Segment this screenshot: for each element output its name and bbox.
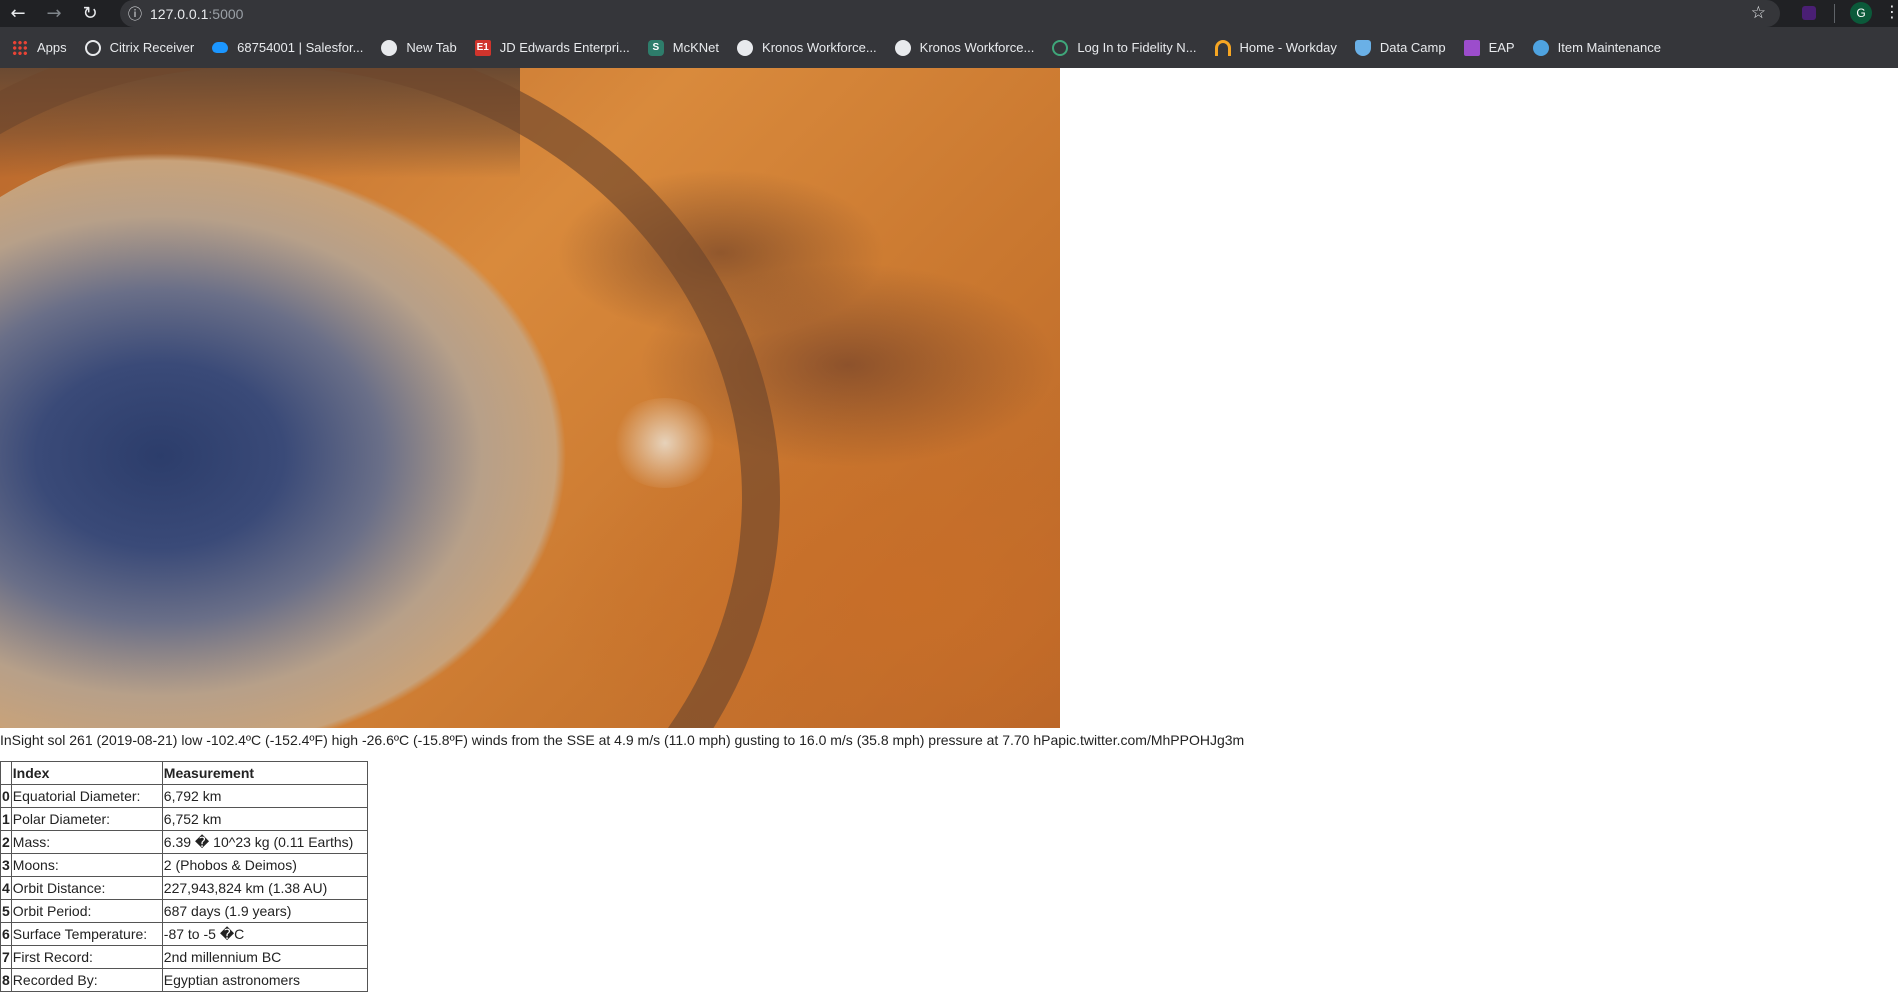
bookmark-data-camp[interactable]: Data Camp [1354, 27, 1446, 68]
table-row: 5 Orbit Period: 687 days (1.9 years) [0, 899, 368, 923]
table-row: 6 Surface Temperature: -87 to -5 �C [0, 922, 368, 946]
table-header-blank [0, 761, 12, 785]
bookmark-label: Data Camp [1379, 40, 1446, 55]
row-value: 227,943,824 km (1.38 AU) [161, 876, 368, 900]
table-row: 0 Equatorial Diameter: 6,792 km [0, 784, 368, 808]
back-arrow-icon[interactable]: ← [0, 0, 36, 27]
mars-weather-text: InSight sol 261 (2019-08-21) low -102.4º… [0, 732, 1245, 748]
bookmark-salesforce[interactable]: 68754001 | Salesfor... [212, 27, 363, 68]
bookmark-label: Kronos Workforce... [919, 40, 1035, 55]
table-row: 7 First Record: 2nd millennium BC [0, 945, 368, 969]
row-index: 3 [0, 853, 12, 877]
image-frost-patch [610, 398, 720, 488]
bookmark-fidelity[interactable]: Log In to Fidelity N... [1052, 27, 1197, 68]
bookmark-new-tab[interactable]: New Tab [381, 27, 457, 68]
row-index: 4 [0, 876, 12, 900]
row-value: 6,752 km [161, 807, 368, 831]
bookmark-citrix-receiver[interactable]: Citrix Receiver [84, 27, 195, 68]
bookmark-kronos-1[interactable]: Kronos Workforce... [737, 27, 877, 68]
row-label: Equatorial Diameter: [10, 784, 163, 808]
bookmarks-bar: Apps Citrix Receiver 68754001 | Salesfor… [0, 27, 1898, 68]
globe-icon [894, 39, 911, 56]
row-index: 1 [0, 807, 12, 831]
mars-crater-image [0, 68, 1060, 728]
row-index: 5 [0, 899, 12, 923]
mars-facts-table: Index Measurement 0 Equatorial Diameter:… [0, 761, 368, 992]
row-value: 687 days (1.9 years) [161, 899, 368, 923]
apps-grid-icon [12, 39, 28, 56]
row-label: Orbit Distance: [10, 876, 163, 900]
fidelity-icon [1052, 39, 1069, 56]
row-value: Egyptian astronomers [161, 968, 368, 992]
row-value: -87 to -5 �C [161, 922, 368, 946]
bookmark-apps[interactable]: Apps [12, 27, 67, 68]
bookmark-eap[interactable]: EAP [1463, 27, 1515, 68]
table-header-measurement: Measurement [161, 761, 368, 785]
row-index: 2 [0, 830, 12, 854]
table-row: 3 Moons: 2 (Phobos & Deimos) [0, 853, 368, 877]
table-row: 1 Polar Diameter: 6,752 km [0, 807, 368, 831]
bookmark-label: JD Edwards Enterpri... [499, 40, 630, 55]
row-label: Mass: [10, 830, 163, 854]
table-row: 4 Orbit Distance: 227,943,824 km (1.38 A… [0, 876, 368, 900]
bookmark-label: Citrix Receiver [109, 40, 195, 55]
citrix-icon [84, 39, 101, 56]
toolbar-divider [1834, 4, 1835, 23]
row-value: 6,792 km [161, 784, 368, 808]
row-label: Moons: [10, 853, 163, 877]
bookmark-star-icon[interactable]: ☆ [1751, 3, 1766, 23]
workday-icon [1214, 39, 1231, 56]
row-value: 2 (Phobos & Deimos) [161, 853, 368, 877]
bookmark-workday[interactable]: Home - Workday [1214, 27, 1337, 68]
world-icon [1532, 39, 1549, 56]
reload-icon[interactable]: ↻ [72, 0, 108, 27]
url-port: :5000 [208, 5, 244, 22]
row-index: 0 [0, 784, 12, 808]
bookmark-jd-edwards[interactable]: E1 JD Edwards Enterpri... [474, 27, 630, 68]
bookmark-label: EAP [1488, 40, 1515, 55]
crown-icon [1463, 39, 1480, 56]
browser-toolbar: ← → ↻ ⓘ 127.0.0.1:5000 ☆ G ⋮ [0, 0, 1898, 27]
row-index: 7 [0, 945, 12, 969]
bookmark-label: Log In to Fidelity N... [1077, 40, 1197, 55]
table-row: 2 Mass: 6.39 � 10^23 kg (0.11 Earths) [0, 830, 368, 854]
forward-arrow-icon[interactable]: → [36, 0, 72, 27]
bookmark-kronos-2[interactable]: Kronos Workforce... [894, 27, 1035, 68]
bookmark-label: Home - Workday [1239, 40, 1337, 55]
address-bar[interactable]: ⓘ 127.0.0.1:5000 ☆ [120, 0, 1780, 27]
bookmark-label: Item Maintenance [1557, 40, 1661, 55]
globe-icon [737, 39, 754, 56]
row-label: Orbit Period: [10, 899, 163, 923]
shield-icon [1354, 39, 1371, 56]
row-label: Surface Temperature: [10, 922, 163, 946]
salesforce-cloud-icon [212, 42, 229, 53]
row-value: 2nd millennium BC [161, 945, 368, 969]
bookmark-label: Apps [37, 40, 67, 55]
row-label: Polar Diameter: [10, 807, 163, 831]
bookmark-label: McKNet [672, 40, 720, 55]
mcknet-icon: S [647, 39, 664, 56]
site-info-icon[interactable]: ⓘ [120, 4, 150, 24]
page-content: InSight sol 261 (2019-08-21) low -102.4º… [0, 68, 1898, 992]
table-header-index: Index [10, 761, 163, 785]
row-index: 8 [0, 968, 12, 992]
jde-e1-icon: E1 [474, 39, 491, 56]
extension-icon[interactable] [1802, 6, 1816, 20]
row-label: First Record: [10, 945, 163, 969]
more-menu-icon[interactable]: ⋮ [1884, 2, 1898, 21]
row-value: 6.39 � 10^23 kg (0.11 Earths) [161, 830, 368, 854]
profile-avatar[interactable]: G [1850, 2, 1872, 24]
bookmark-label: New Tab [406, 40, 457, 55]
table-row: 8 Recorded By: Egyptian astronomers [0, 968, 368, 992]
bookmark-label: 68754001 | Salesfor... [237, 40, 364, 55]
table-header-row: Index Measurement [0, 761, 368, 785]
row-index: 6 [0, 922, 12, 946]
globe-icon [381, 39, 398, 56]
bookmark-item-maintenance[interactable]: Item Maintenance [1532, 27, 1661, 68]
row-label: Recorded By: [10, 968, 163, 992]
bookmark-label: Kronos Workforce... [762, 40, 877, 55]
url-host: 127.0.0.1 [150, 5, 209, 22]
bookmark-mcknet[interactable]: S McKNet [647, 27, 720, 68]
